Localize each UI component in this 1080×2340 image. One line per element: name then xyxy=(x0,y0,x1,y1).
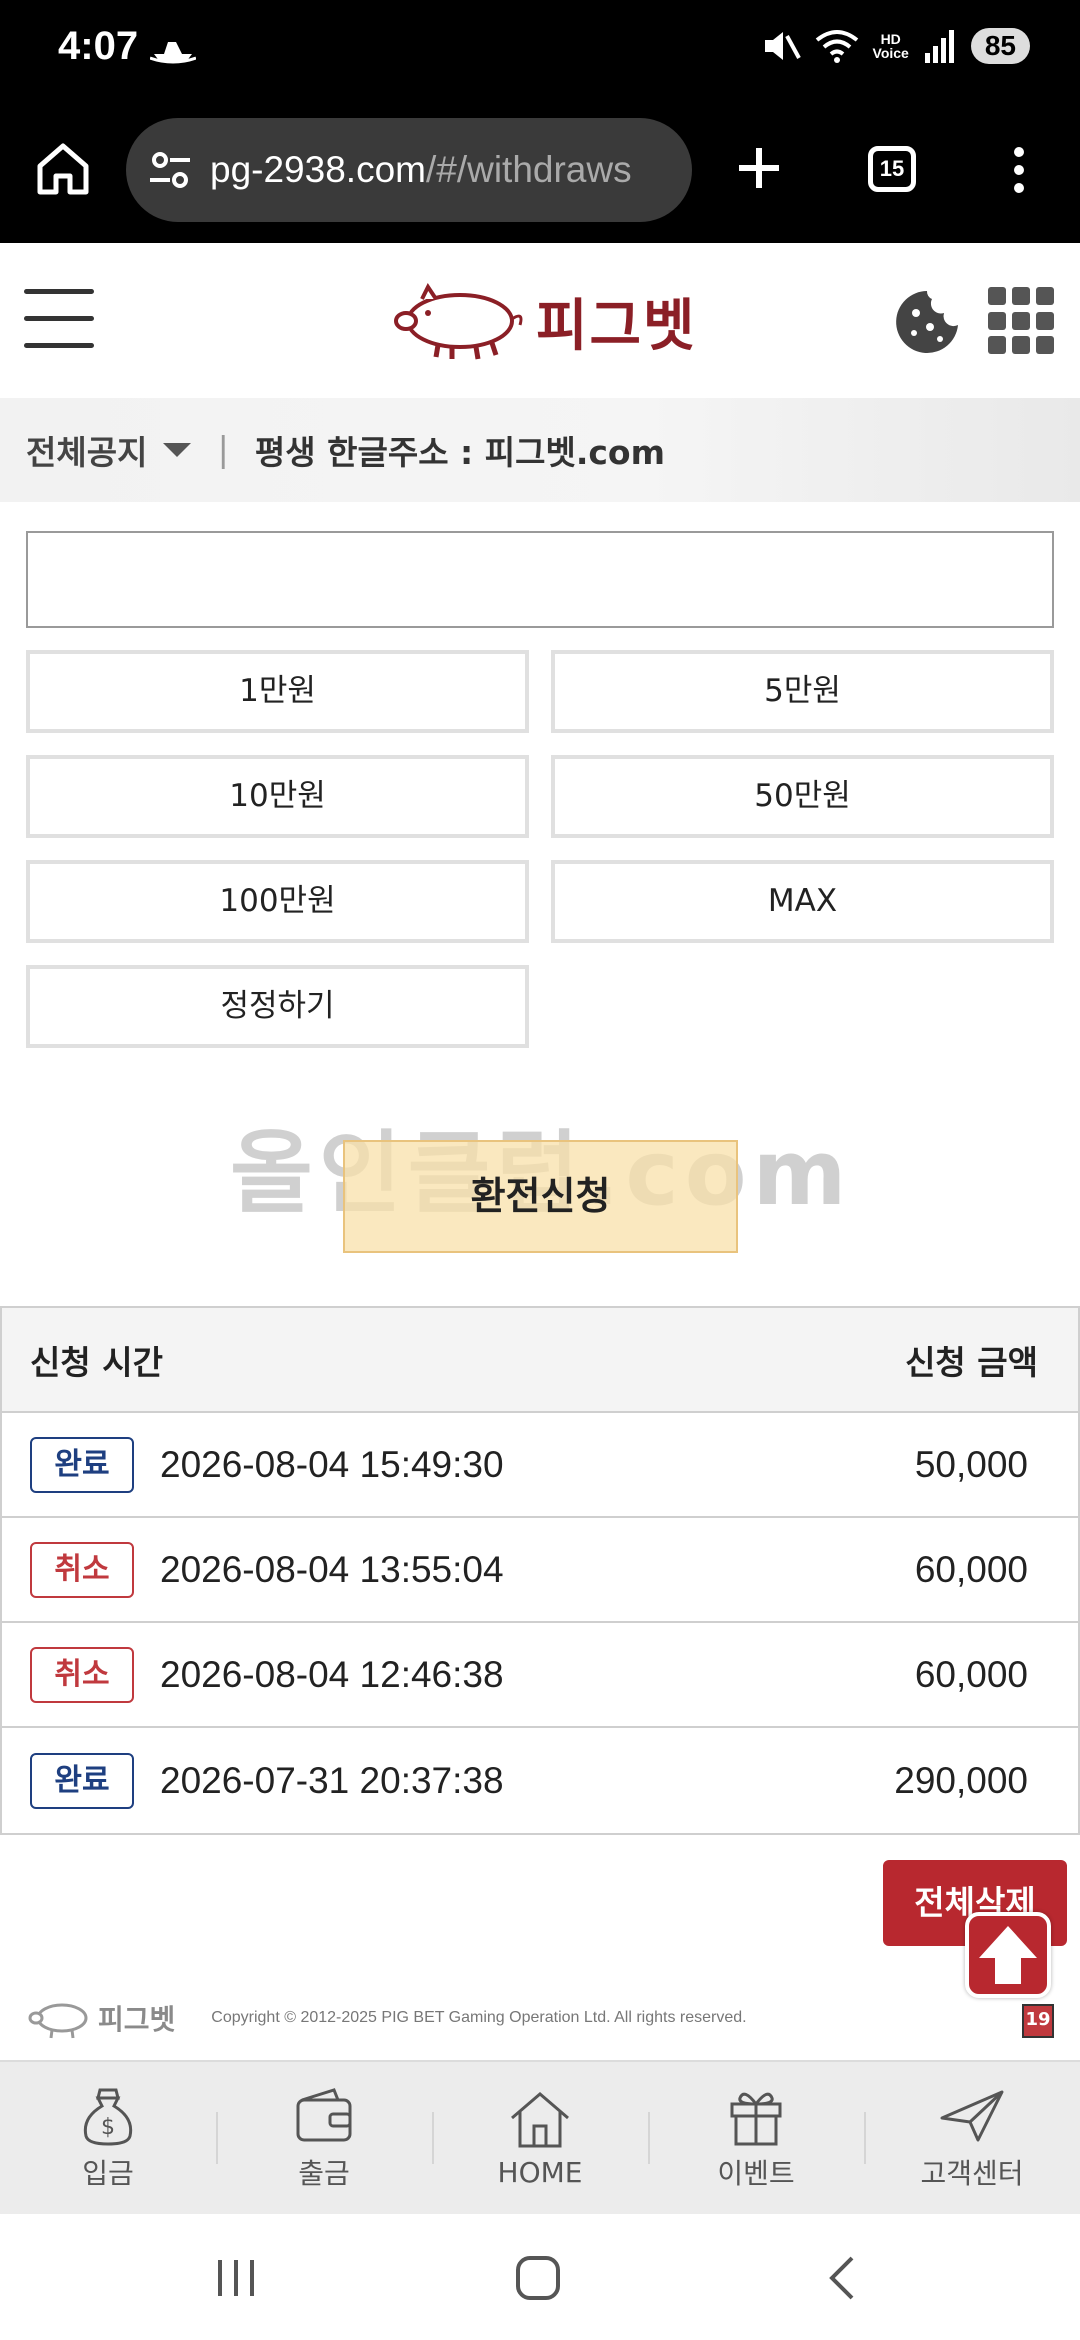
status-badge: 완료 xyxy=(30,1436,134,1493)
more-menu-icon[interactable] xyxy=(1004,144,1034,196)
preset-50k-button[interactable]: 5만원 xyxy=(551,650,1054,733)
logo-text: 피그벳 xyxy=(536,293,697,359)
footer-logo-text: 피그벳 xyxy=(98,2002,176,2036)
nav-deposit-label: 입금 xyxy=(82,2157,134,2190)
notice-divider: | xyxy=(217,430,229,470)
column-amount-header: 신청 금액 xyxy=(905,1342,1038,1382)
nav-support[interactable]: 고객센터 xyxy=(864,2062,1080,2214)
new-tab-icon[interactable] xyxy=(734,138,784,198)
table-row[interactable]: 취소 2026-08-04 13:55:04 60,000 xyxy=(2,1518,1078,1623)
wifi-icon xyxy=(815,30,858,63)
preset-100k-button[interactable]: 10만원 xyxy=(26,755,529,838)
signal-icon xyxy=(924,30,954,63)
notice-category[interactable]: 전체공지 xyxy=(26,426,147,474)
site-footer: 피그벳 Copyright © 2012-2025 PIG BET Gaming… xyxy=(0,1990,1080,2045)
request-datetime: 2026-08-04 12:46:38 xyxy=(160,1653,504,1695)
withdraw-submit-button[interactable]: 환전신청 xyxy=(343,1140,738,1253)
arrow-up-icon xyxy=(979,1926,1037,1984)
footer-logo: 피그벳 xyxy=(24,1996,175,2040)
submit-area: 올인클럽.com 환전신청 xyxy=(0,1090,1080,1280)
svg-text:$: $ xyxy=(101,2115,115,2140)
notice-bar: 전체공지 | 평생 한글주소 : 피그벳.com xyxy=(0,398,1080,502)
scroll-to-top-button[interactable] xyxy=(965,1912,1051,1998)
status-badge: 취소 xyxy=(30,1646,134,1703)
url-text: pg-2938.com/#/withdraws xyxy=(210,149,632,190)
request-datetime: 2026-08-04 15:49:30 xyxy=(160,1443,504,1485)
nav-deposit[interactable]: $ 입금 xyxy=(0,2062,216,2214)
hd-voice-icon: HD Voice xyxy=(872,31,909,61)
status-time: 4:07 xyxy=(58,24,139,68)
request-amount: 60,000 xyxy=(914,1653,1028,1695)
column-time-header: 신청 시간 xyxy=(30,1342,163,1382)
tab-switcher-button[interactable]: 15 xyxy=(868,146,916,192)
nav-support-label: 고객센터 xyxy=(920,2157,1024,2190)
preset-1m-button[interactable]: 100만원 xyxy=(26,860,529,943)
pig-logo-icon xyxy=(394,283,523,360)
request-datetime: 2026-08-04 13:55:04 xyxy=(160,1548,504,1590)
recent-apps-icon[interactable] xyxy=(206,2254,266,2302)
request-amount: 290,000 xyxy=(894,1759,1028,1801)
request-amount: 60,000 xyxy=(914,1548,1028,1590)
notice-message: 평생 한글주소 : 피그벳.com xyxy=(254,433,665,472)
reset-button[interactable]: 정정하기 xyxy=(26,965,529,1048)
table-row[interactable]: 완료 2026-07-31 20:37:38 290,000 xyxy=(2,1728,1078,1833)
back-icon[interactable] xyxy=(812,2254,872,2302)
wallet-icon xyxy=(296,2088,352,2142)
site-header: 피그벳 xyxy=(0,243,1080,398)
status-badge: 완료 xyxy=(30,1752,134,1809)
boat-icon xyxy=(150,42,196,64)
apps-grid-icon[interactable] xyxy=(988,287,1056,355)
nav-event[interactable]: 이벤트 xyxy=(648,2062,864,2214)
table-row[interactable]: 완료 2026-08-04 15:49:30 50,000 xyxy=(2,1413,1078,1518)
system-navigation-bar xyxy=(0,2214,1080,2340)
status-badge: 취소 xyxy=(30,1541,134,1598)
age-restriction-badge: 19 xyxy=(1022,2004,1054,2038)
nav-withdraw[interactable]: 출금 xyxy=(216,2062,432,2214)
status-icons: HD Voice 85 xyxy=(761,28,1030,64)
hamburger-menu-icon[interactable] xyxy=(24,289,94,351)
cookie-icon[interactable] xyxy=(894,289,960,355)
paper-plane-icon xyxy=(940,2090,1004,2142)
table-row[interactable]: 취소 2026-08-04 12:46:38 60,000 xyxy=(2,1623,1078,1728)
preset-max-button[interactable]: MAX xyxy=(551,860,1054,943)
bottom-navigation: $ 입금 출금 HOME 이벤트 고객센터 xyxy=(0,2060,1080,2214)
browser-home-icon[interactable] xyxy=(34,140,92,198)
chevron-down-icon[interactable] xyxy=(163,443,192,457)
request-datetime: 2026-07-31 20:37:38 xyxy=(160,1759,504,1801)
nav-home-label: HOME xyxy=(497,2155,583,2189)
preset-10k-button[interactable]: 1만원 xyxy=(26,650,529,733)
nav-withdraw-label: 출금 xyxy=(298,2157,350,2190)
mute-icon xyxy=(764,32,801,60)
home-nav-icon[interactable] xyxy=(508,2254,568,2302)
battery-badge: 85 xyxy=(970,28,1030,64)
withdraw-amount-input[interactable] xyxy=(26,531,1054,628)
nav-event-label: 이벤트 xyxy=(717,2157,795,2190)
house-icon xyxy=(511,2091,569,2147)
site-settings-icon[interactable] xyxy=(148,150,192,190)
copyright-text: Copyright © 2012-2025 PIG BET Gaming Ope… xyxy=(211,2008,747,2026)
nav-home[interactable]: HOME xyxy=(432,2062,648,2214)
money-bag-icon: $ xyxy=(83,2088,133,2146)
request-amount: 50,000 xyxy=(914,1443,1028,1485)
pig-logo-icon xyxy=(28,2003,88,2038)
preset-500k-button[interactable]: 50만원 xyxy=(551,755,1054,838)
url-bar[interactable]: pg-2938.com/#/withdraws xyxy=(126,118,692,222)
withdraw-history-table: 신청 시간 신청 금액 완료 2026-08-04 15:49:30 50,00… xyxy=(0,1306,1080,1835)
status-bar: 4:07 HD Voice 85 xyxy=(0,0,1080,100)
browser-toolbar: pg-2938.com/#/withdraws 15 xyxy=(0,100,1080,243)
table-header: 신청 시간 신청 금액 xyxy=(2,1308,1078,1413)
gift-icon xyxy=(730,2092,782,2146)
site-logo[interactable]: 피그벳 xyxy=(380,281,710,361)
